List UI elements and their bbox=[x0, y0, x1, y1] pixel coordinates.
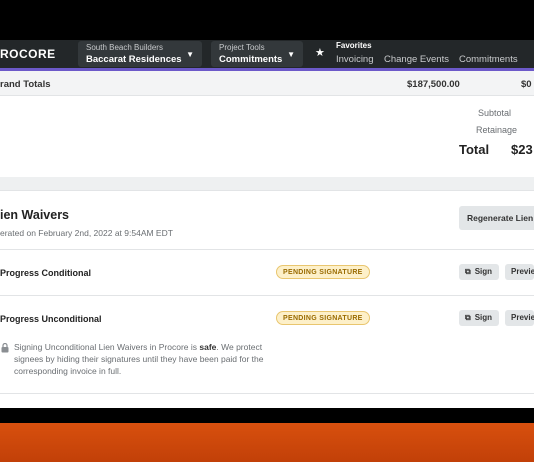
favorites-title: Favorites bbox=[336, 41, 372, 50]
subtotal-label: Subtotal bbox=[478, 108, 512, 118]
chevron-down-icon: ▼ bbox=[287, 50, 295, 59]
procore-logo[interactable]: ROCORE bbox=[0, 47, 56, 61]
external-link-icon: ⧉ bbox=[465, 267, 471, 276]
lien-waiver-row: Progress Unconditional PENDING SIGNATURE… bbox=[0, 295, 534, 341]
totals-panel: rand Totals $187,500.00 $0 Subtotal Reta… bbox=[0, 71, 534, 177]
regenerate-lien-waivers-button[interactable]: Regenerate Lien bbox=[459, 206, 534, 230]
tool-selector-value: Commitments bbox=[219, 54, 283, 65]
section-gap bbox=[0, 177, 534, 190]
top-navbar: ROCORE South Beach Builders Baccarat Res… bbox=[0, 40, 534, 71]
status-badge: PENDING SIGNATURE bbox=[276, 311, 370, 325]
company-name: South Beach Builders bbox=[86, 43, 163, 52]
lien-waiver-row: Progress Conditional PENDING SIGNATURE ⧉… bbox=[0, 249, 534, 295]
grand-totals-row: rand Totals $187,500.00 $0 bbox=[0, 71, 534, 96]
retainage-label: Retainage bbox=[476, 125, 518, 135]
star-icon[interactable]: ★ bbox=[315, 46, 325, 59]
total-label: Total bbox=[459, 142, 490, 157]
tool-selector-label: Project Tools bbox=[219, 43, 265, 52]
lien-waivers-title: ien Waivers bbox=[0, 208, 70, 222]
project-name: Baccarat Residences bbox=[86, 54, 182, 65]
lien-waiver-name[interactable]: Progress Unconditional bbox=[0, 314, 102, 324]
orange-footer-band bbox=[0, 423, 534, 462]
favorite-link-invoicing[interactable]: Invoicing bbox=[336, 54, 374, 65]
sign-button[interactable]: ⧉ Sign bbox=[459, 264, 499, 280]
panel-bottom-divider bbox=[0, 393, 534, 394]
external-link-icon: ⧉ bbox=[465, 313, 471, 322]
status-badge: PENDING SIGNATURE bbox=[276, 265, 370, 279]
lien-waiver-name[interactable]: Progress Conditional bbox=[0, 268, 91, 278]
lien-waivers-panel: ien Waivers erated on February 2nd, 2022… bbox=[0, 190, 534, 408]
favorite-link-change-events[interactable]: Change Events bbox=[384, 54, 449, 65]
chevron-down-icon: ▼ bbox=[186, 50, 194, 59]
sign-button-label: Sign bbox=[474, 313, 493, 322]
sign-button-label: Sign bbox=[474, 267, 493, 276]
favorite-link-commitments[interactable]: Commitments bbox=[459, 54, 518, 65]
safety-note-text: Signing Unconditional Lien Waivers in Pr… bbox=[14, 341, 264, 377]
safety-note-emphasis: safe bbox=[199, 342, 217, 352]
video-letterbox-top bbox=[0, 0, 534, 40]
tool-selector[interactable]: Project Tools Commitments ▼ bbox=[211, 41, 303, 67]
company-project-selector[interactable]: South Beach Builders Baccarat Residences… bbox=[78, 41, 202, 67]
preview-button[interactable]: Previe bbox=[505, 310, 534, 326]
sign-button[interactable]: ⧉ Sign bbox=[459, 310, 499, 326]
preview-button[interactable]: Previe bbox=[505, 264, 534, 280]
grand-totals-label: rand Totals bbox=[0, 79, 51, 90]
total-value: $23 bbox=[511, 142, 533, 157]
lock-icon bbox=[1, 343, 9, 353]
safety-note-part-1: Signing Unconditional Lien Waivers in Pr… bbox=[14, 342, 200, 352]
video-letterbox-bottom bbox=[0, 408, 534, 423]
grand-totals-amount: $187,500.00 bbox=[407, 79, 460, 90]
grand-totals-amount-2: $0 bbox=[521, 79, 532, 90]
lien-waivers-generated-date: erated on February 2nd, 2022 at 9:54AM E… bbox=[0, 228, 173, 238]
